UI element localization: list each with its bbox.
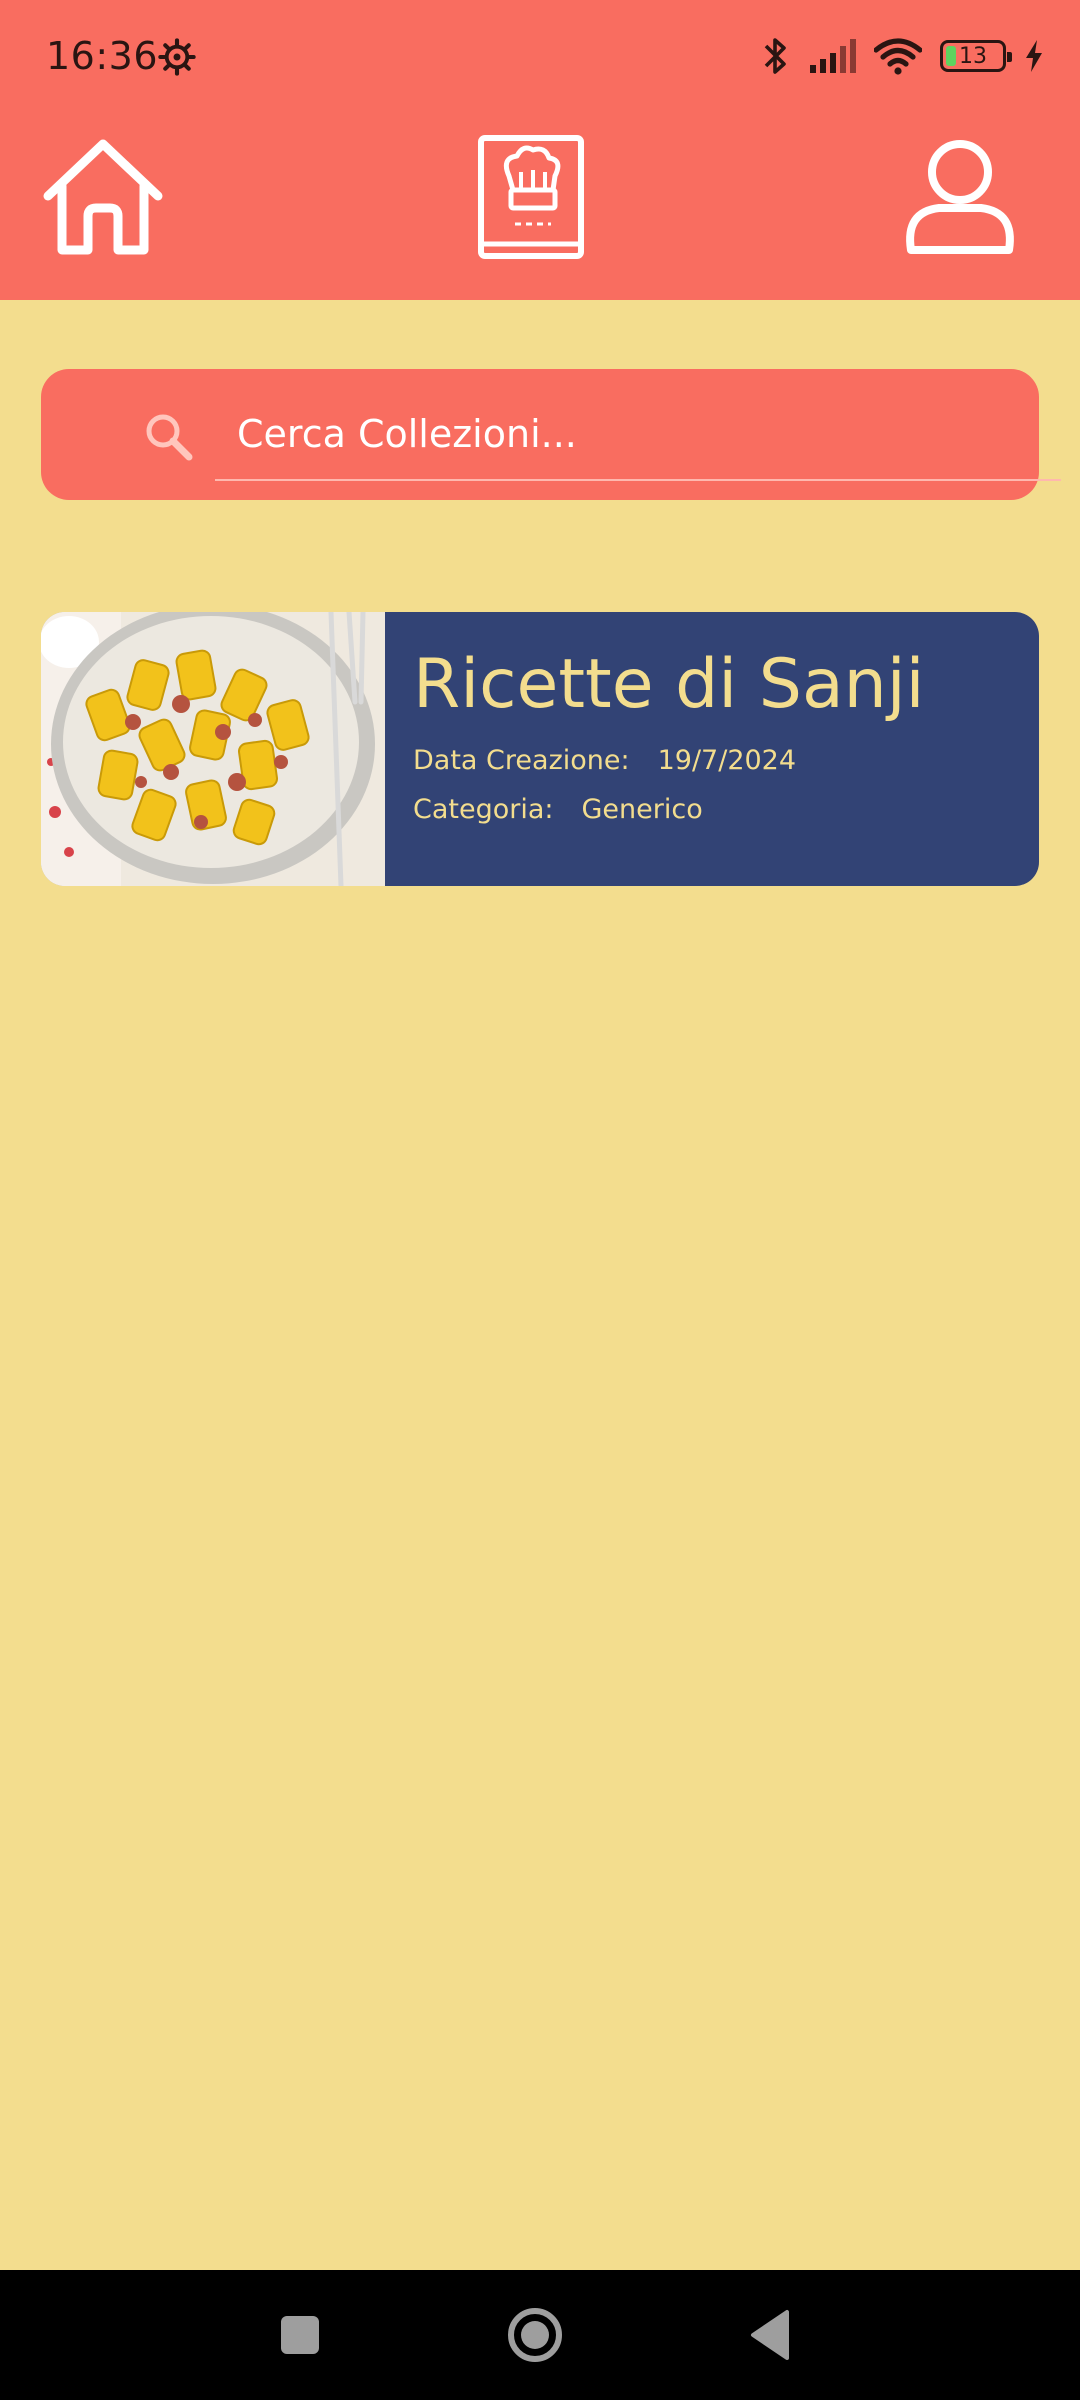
home-icon[interactable] bbox=[38, 132, 168, 262]
bluetooth-icon bbox=[764, 38, 786, 74]
wifi-icon bbox=[874, 38, 922, 75]
pasta-dish-photo bbox=[41, 612, 385, 886]
search-icon bbox=[146, 414, 193, 461]
battery-icon: 13 bbox=[940, 40, 1012, 72]
charging-icon bbox=[1026, 40, 1042, 72]
collection-info: Ricette di Sanji Data Creazione: 19/7/20… bbox=[385, 612, 1039, 886]
creation-date-label: Data Creazione: bbox=[413, 744, 630, 776]
recipe-book-icon[interactable] bbox=[465, 132, 595, 262]
creation-date-value: 19/7/2024 bbox=[657, 744, 797, 776]
category-row: Categoria: Generico bbox=[413, 794, 1011, 825]
signal-icon bbox=[810, 39, 856, 73]
collection-card[interactable]: Ricette di Sanji Data Creazione: 19/7/20… bbox=[41, 612, 1039, 886]
system-navigation-bar bbox=[0, 2270, 1080, 2400]
category-label: Categoria: bbox=[413, 793, 554, 825]
header: 16:36 13 bbox=[0, 0, 1080, 300]
search-input[interactable] bbox=[215, 389, 1061, 481]
collection-title: Ricette di Sanji bbox=[413, 645, 925, 724]
status-icons: 13 bbox=[762, 34, 1044, 78]
search-bar bbox=[41, 369, 1061, 500]
recents-button-icon[interactable] bbox=[263, 2298, 337, 2372]
status-bar: 16:36 13 bbox=[0, 0, 1080, 115]
profile-icon[interactable] bbox=[895, 132, 1025, 262]
home-button-icon[interactable] bbox=[498, 2298, 572, 2372]
app-screen: 16:36 13 Cerca Collezioni... Ricette di … bbox=[0, 0, 1080, 2400]
battery-level: 13 bbox=[959, 43, 987, 69]
category-value: Generico bbox=[581, 793, 703, 825]
status-time: 16:36 bbox=[46, 34, 159, 78]
settings-gear-icon bbox=[158, 38, 196, 76]
creation-date-row: Data Creazione: 19/7/2024 bbox=[413, 745, 1011, 776]
back-button-icon[interactable] bbox=[733, 2298, 807, 2372]
